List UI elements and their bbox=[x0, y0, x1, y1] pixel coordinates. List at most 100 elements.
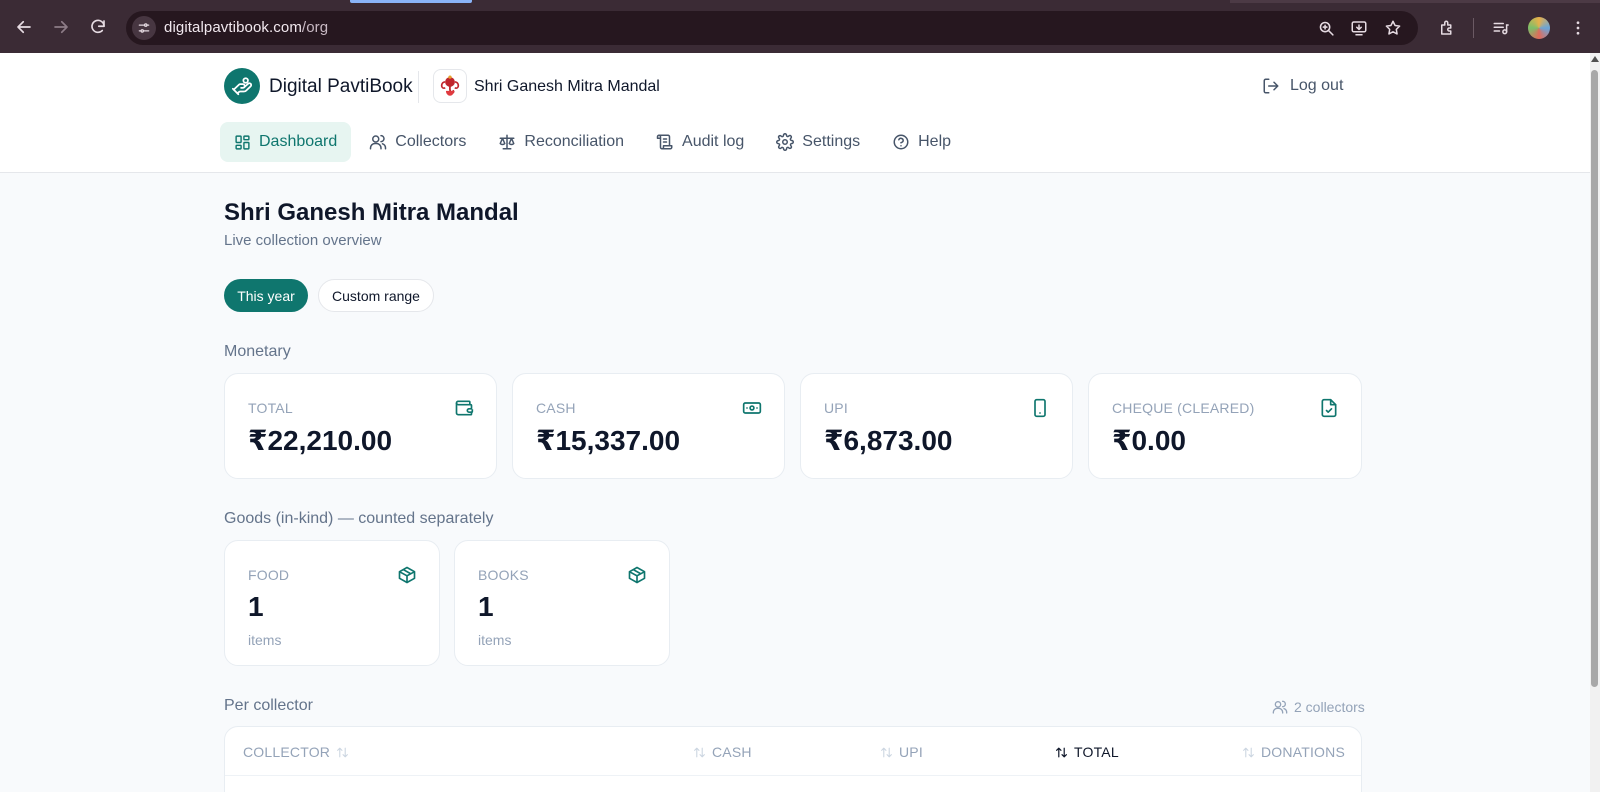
table-header-divider bbox=[225, 775, 1361, 776]
sort-icon bbox=[337, 747, 349, 757]
upi-value: ₹6,873.00 bbox=[824, 425, 953, 456]
users-icon bbox=[370, 134, 387, 150]
nav-reconciliation-label: Reconciliation bbox=[524, 133, 625, 150]
col-total-label: TOTAL bbox=[1074, 744, 1119, 760]
cheque-label: CHEQUE (CLEARED) bbox=[1112, 400, 1255, 416]
nav-dashboard-label: Dashboard bbox=[259, 133, 338, 150]
per-collector-label: Per collector bbox=[224, 697, 313, 714]
package-icon bbox=[398, 566, 416, 584]
forward-icon[interactable] bbox=[48, 14, 74, 40]
media-controls-icon[interactable] bbox=[1489, 16, 1513, 40]
scroll-up-arrow-icon[interactable] bbox=[1590, 56, 1600, 66]
collector-count: 2 collectors bbox=[1272, 699, 1365, 715]
reload-icon[interactable] bbox=[85, 14, 111, 40]
browser-toolbar: digitalpavtibook.com/org bbox=[0, 0, 1600, 53]
books-value: 1 bbox=[478, 591, 494, 622]
cash-card: CASH ₹15,337.00 bbox=[512, 373, 785, 479]
header-divider bbox=[418, 71, 419, 103]
logout-label: Log out bbox=[1290, 77, 1344, 94]
brand-name[interactable]: Digital PavtiBook bbox=[269, 76, 413, 98]
bookmark-star-icon[interactable] bbox=[1382, 17, 1404, 39]
page-subtitle: Live collection overview bbox=[224, 232, 382, 249]
logout-icon bbox=[1263, 78, 1279, 94]
profile-avatar[interactable] bbox=[1528, 17, 1550, 39]
back-icon[interactable] bbox=[11, 14, 37, 40]
site-info-icon[interactable] bbox=[132, 16, 156, 40]
gear-icon bbox=[776, 133, 795, 151]
wallet-icon bbox=[455, 400, 474, 416]
books-unit: items bbox=[478, 632, 512, 648]
goods-section-label: Goods (in-kind) — counted separately bbox=[224, 510, 494, 527]
col-donations-label: DONATIONS bbox=[1261, 744, 1345, 760]
filter-custom-range[interactable]: Custom range bbox=[318, 279, 434, 312]
food-unit: items bbox=[248, 632, 282, 648]
ganesha-icon bbox=[440, 75, 460, 96]
col-header-upi[interactable]: UPI bbox=[880, 744, 923, 760]
col-header-collector[interactable]: COLLECTOR bbox=[243, 744, 349, 760]
extensions-icon[interactable] bbox=[1435, 16, 1459, 40]
sort-icon bbox=[1243, 747, 1254, 757]
main-nav: Dashboard Collectors Reconciliation Audi… bbox=[220, 122, 969, 162]
col-header-cash[interactable]: CASH bbox=[693, 744, 752, 760]
food-label: FOOD bbox=[248, 567, 290, 583]
sort-icon bbox=[881, 747, 892, 757]
banknote-icon bbox=[742, 402, 762, 414]
col-header-donations[interactable]: DONATIONS bbox=[1242, 744, 1345, 760]
cheque-value: ₹0.00 bbox=[1112, 425, 1186, 456]
col-upi-label: UPI bbox=[899, 744, 923, 760]
monetary-section-label: Monetary bbox=[224, 343, 291, 360]
users-icon bbox=[1272, 700, 1288, 714]
books-card: BOOKS 1 items bbox=[454, 540, 670, 666]
toolbar-separator bbox=[1473, 18, 1474, 38]
file-check-icon bbox=[1321, 398, 1337, 418]
books-label: BOOKS bbox=[478, 567, 529, 583]
food-card: FOOD 1 items bbox=[224, 540, 440, 666]
upi-label: UPI bbox=[824, 400, 848, 416]
nav-settings-label: Settings bbox=[802, 133, 861, 150]
col-collector-label: COLLECTOR bbox=[243, 744, 331, 760]
zoom-icon[interactable] bbox=[1315, 17, 1337, 39]
total-value: ₹22,210.00 bbox=[248, 425, 393, 456]
org-avatar bbox=[433, 69, 467, 103]
per-collector-table: COLLECTOR CASH UPI TOTAL DONATIONS bbox=[224, 726, 1362, 792]
help-circle-icon bbox=[893, 134, 909, 150]
nav-audit-log-label: Audit log bbox=[682, 133, 745, 150]
url-path: /org bbox=[301, 19, 329, 36]
col-cash-label: CASH bbox=[712, 744, 752, 760]
total-card: TOTAL ₹22,210.00 bbox=[224, 373, 497, 479]
menu-icon[interactable] bbox=[1566, 16, 1590, 40]
scale-icon bbox=[499, 134, 515, 150]
food-value: 1 bbox=[248, 591, 264, 622]
nav-help-label: Help bbox=[918, 133, 952, 150]
install-app-icon[interactable] bbox=[1348, 17, 1370, 39]
nav-settings[interactable]: Settings bbox=[762, 122, 874, 162]
logout-button[interactable]: Log out bbox=[1262, 77, 1343, 95]
col-header-total[interactable]: TOTAL bbox=[1055, 744, 1119, 760]
nav-reconciliation[interactable]: Reconciliation bbox=[484, 122, 638, 162]
nav-help[interactable]: Help bbox=[878, 122, 965, 162]
layout-dashboard-icon bbox=[235, 134, 250, 150]
cheque-card: CHEQUE (CLEARED) ₹0.00 bbox=[1088, 373, 1362, 479]
nav-collectors-label: Collectors bbox=[395, 133, 467, 150]
nav-dashboard[interactable]: Dashboard bbox=[220, 122, 352, 162]
page-scrollbar-thumb[interactable] bbox=[1591, 70, 1598, 687]
upi-card: UPI ₹6,873.00 bbox=[800, 373, 1073, 479]
url-host: digitalpavtibook.com bbox=[164, 19, 302, 36]
sort-active-icon bbox=[1056, 747, 1067, 757]
tab-strip bbox=[1230, 0, 1600, 3]
cash-value: ₹15,337.00 bbox=[536, 425, 681, 456]
app-header: Digital PavtiBook Shri Ganesh Mitra Mand… bbox=[0, 53, 1590, 173]
smartphone-icon bbox=[1034, 398, 1046, 418]
active-tab-indicator bbox=[350, 0, 472, 3]
package-icon bbox=[628, 566, 646, 584]
total-label: TOTAL bbox=[248, 400, 293, 416]
brand-logo[interactable] bbox=[224, 68, 260, 104]
collector-count-text: 2 collectors bbox=[1294, 699, 1365, 715]
nav-audit-log[interactable]: Audit log bbox=[642, 122, 758, 162]
scroll-text-icon bbox=[656, 134, 673, 150]
nav-collectors[interactable]: Collectors bbox=[355, 122, 480, 162]
cash-label: CASH bbox=[536, 400, 576, 416]
url-text[interactable]: digitalpavtibook.com/org bbox=[164, 19, 328, 36]
org-name: Shri Ganesh Mitra Mandal bbox=[474, 78, 660, 95]
filter-this-year[interactable]: This year bbox=[224, 279, 308, 312]
